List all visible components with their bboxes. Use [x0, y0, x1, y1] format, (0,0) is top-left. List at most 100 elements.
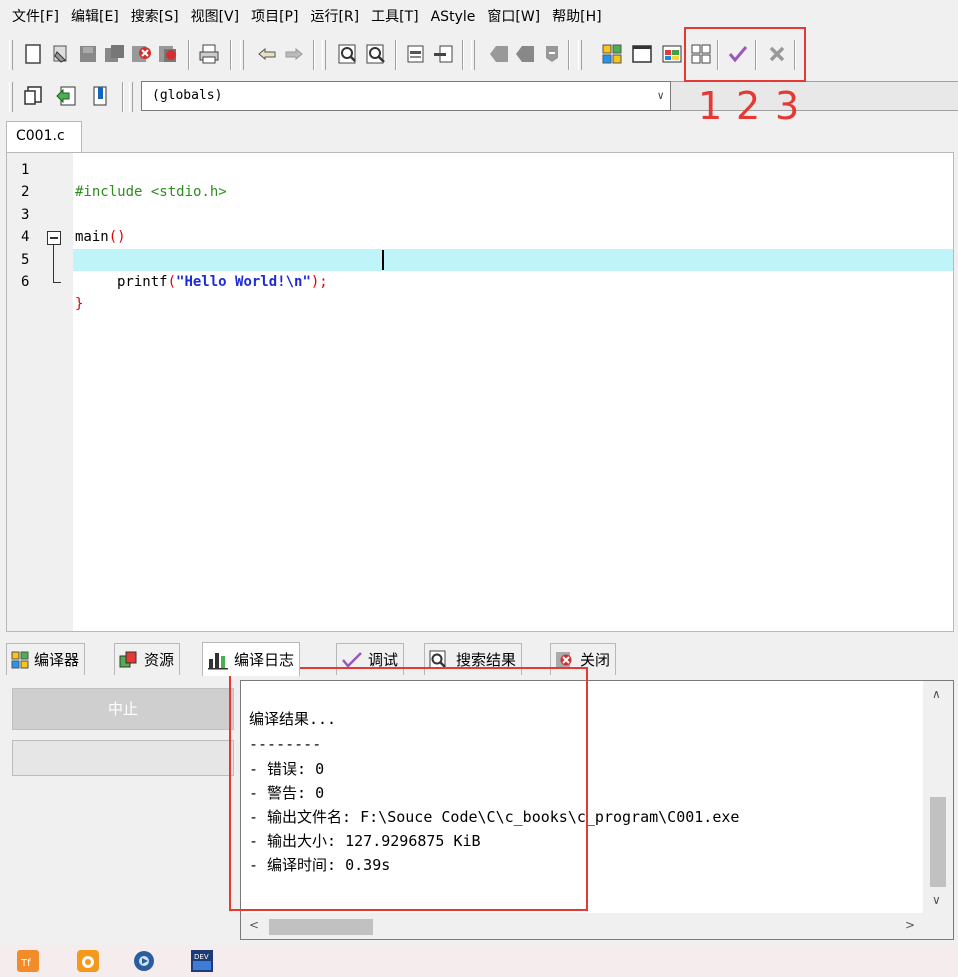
chevron-down-icon[interactable]: ∨: [657, 82, 664, 110]
toolbar-separator: [313, 40, 315, 70]
vertical-scrollbar[interactable]: ∧ ∨: [923, 681, 953, 915]
fold-guide: [53, 245, 54, 283]
open-file-icon[interactable]: [50, 43, 72, 65]
toolbar-grip[interactable]: [9, 40, 13, 70]
calculator-app-icon[interactable]: Tf: [16, 949, 40, 973]
annotation-label-1: 1: [698, 84, 723, 128]
toolbar-grip[interactable]: [322, 40, 326, 70]
media-player-icon[interactable]: [132, 949, 156, 973]
line-number: 2: [21, 184, 30, 200]
vertical-scroll-thumb[interactable]: [930, 797, 946, 887]
compile-run-icon[interactable]: [661, 43, 683, 65]
annotation-highlight-toolbar: [684, 27, 806, 82]
toolbar-grip[interactable]: [471, 40, 475, 70]
scope-select[interactable]: (globals) ∨: [141, 81, 671, 111]
comment-icon[interactable]: [541, 43, 563, 65]
close-all-icon[interactable]: [158, 43, 180, 65]
code-line-current: printf("Hello World!\n");: [73, 249, 953, 290]
toolbar-separator: [568, 40, 570, 70]
main-toolbar: [0, 34, 958, 76]
menu-search[interactable]: 搜索[S]: [125, 0, 185, 34]
goto-bookmark-icon[interactable]: [514, 43, 536, 65]
stop-compile-button[interactable]: 中止: [12, 688, 234, 730]
menu-tools[interactable]: 工具[T]: [365, 0, 424, 34]
line-number: 3: [21, 207, 30, 223]
menu-edit[interactable]: 编辑[E]: [65, 0, 125, 34]
svg-text:Tf: Tf: [20, 958, 31, 969]
close-file-icon[interactable]: [131, 43, 153, 65]
save-all-icon[interactable]: [104, 43, 126, 65]
menu-bar: 文件[F] 编辑[E] 搜索[S] 视图[V] 项目[P] 运行[R] 工具[T…: [0, 0, 958, 34]
toolbar-grip[interactable]: [240, 40, 244, 70]
scrollbar-corner: [923, 913, 953, 939]
line-number: 1: [21, 162, 30, 178]
toolbar-separator: [188, 40, 190, 70]
line-number-gutter: 1 2 3 4 5 6: [7, 153, 73, 631]
line-number: 6: [21, 274, 30, 290]
redo-icon[interactable]: [283, 43, 305, 65]
bar-chart-icon: [207, 650, 229, 670]
fold-guide-end: [53, 282, 61, 283]
run-icon[interactable]: [631, 43, 653, 65]
code-line: }: [73, 271, 953, 312]
tab-resources[interactable]: 资源: [114, 643, 181, 675]
text-caret: [382, 250, 384, 270]
bookmark-icon[interactable]: [89, 85, 111, 107]
horizontal-scrollbar[interactable]: < >: [241, 913, 925, 939]
menu-astyle[interactable]: AStyle: [425, 0, 482, 34]
svg-text:DEV: DEV: [194, 953, 209, 961]
chevron-right-icon[interactable]: >: [905, 918, 915, 932]
new-class-icon[interactable]: [22, 85, 44, 107]
toolbar-separator: [395, 40, 397, 70]
line-number: 5: [21, 252, 30, 268]
compile-icon[interactable]: [601, 43, 623, 65]
undo-icon[interactable]: [256, 43, 278, 65]
indent-icon[interactable]: [405, 43, 427, 65]
print-icon[interactable]: [198, 43, 220, 65]
code-line: main(): [73, 204, 953, 245]
menu-help[interactable]: 帮助[H]: [546, 0, 607, 34]
chevron-left-icon[interactable]: <: [249, 918, 259, 932]
resources-icon: [119, 651, 139, 669]
insert-icon[interactable]: [55, 85, 77, 107]
chevron-down-icon[interactable]: ∨: [932, 893, 941, 907]
uc-browser-icon[interactable]: [76, 949, 100, 973]
tab-label: 编译器: [34, 651, 80, 669]
code-text: }: [75, 296, 84, 312]
tab-compile-log[interactable]: 编译日志: [202, 642, 301, 676]
fold-collapse-icon[interactable]: [47, 231, 61, 245]
find-icon[interactable]: [338, 43, 360, 65]
toolbar-grip[interactable]: [129, 82, 133, 112]
annotation-highlight-log: [229, 667, 588, 911]
compiler-grid-icon: [11, 651, 29, 669]
code-line: #include <stdio.h>: [73, 159, 953, 200]
horizontal-scroll-thumb[interactable]: [269, 919, 373, 935]
checkmark-icon: [341, 651, 363, 669]
menu-run[interactable]: 运行[R]: [304, 0, 365, 34]
menu-file[interactable]: 文件[F]: [6, 0, 65, 34]
menu-view[interactable]: 视图[V]: [185, 0, 246, 34]
code-area[interactable]: #include <stdio.h> main() { printf("Hell…: [73, 153, 953, 631]
line-number: 4: [21, 229, 30, 245]
code-editor[interactable]: 1 2 3 4 5 6 #include <stdio.h> main() { …: [6, 152, 954, 632]
toolbar-grip[interactable]: [9, 82, 13, 112]
menu-window[interactable]: 窗口[W]: [481, 0, 546, 34]
code-text: #include <stdio.h>: [75, 184, 227, 200]
tab-c001[interactable]: C001.c: [6, 121, 82, 153]
annotation-label-2: 2: [736, 84, 761, 128]
menu-project[interactable]: 项目[P]: [245, 0, 304, 34]
tab-compiler[interactable]: 编译器: [6, 643, 86, 675]
scope-select-value: (globals): [152, 88, 223, 103]
toolbar-grip[interactable]: [578, 40, 582, 70]
secondary-toolbar: (globals) ∨: [0, 76, 958, 118]
tab-label: 编译日志: [234, 651, 295, 669]
dev-cpp-icon[interactable]: DEV: [190, 949, 214, 973]
annotation-label-3: 3: [775, 84, 800, 128]
unindent-icon[interactable]: [432, 43, 454, 65]
taskbar: Tf DEV: [0, 945, 958, 977]
chevron-up-icon[interactable]: ∧: [932, 687, 941, 701]
new-file-icon[interactable]: [22, 43, 44, 65]
save-icon[interactable]: [77, 43, 99, 65]
replace-icon[interactable]: [366, 43, 388, 65]
toggle-bookmark-icon[interactable]: [488, 43, 510, 65]
